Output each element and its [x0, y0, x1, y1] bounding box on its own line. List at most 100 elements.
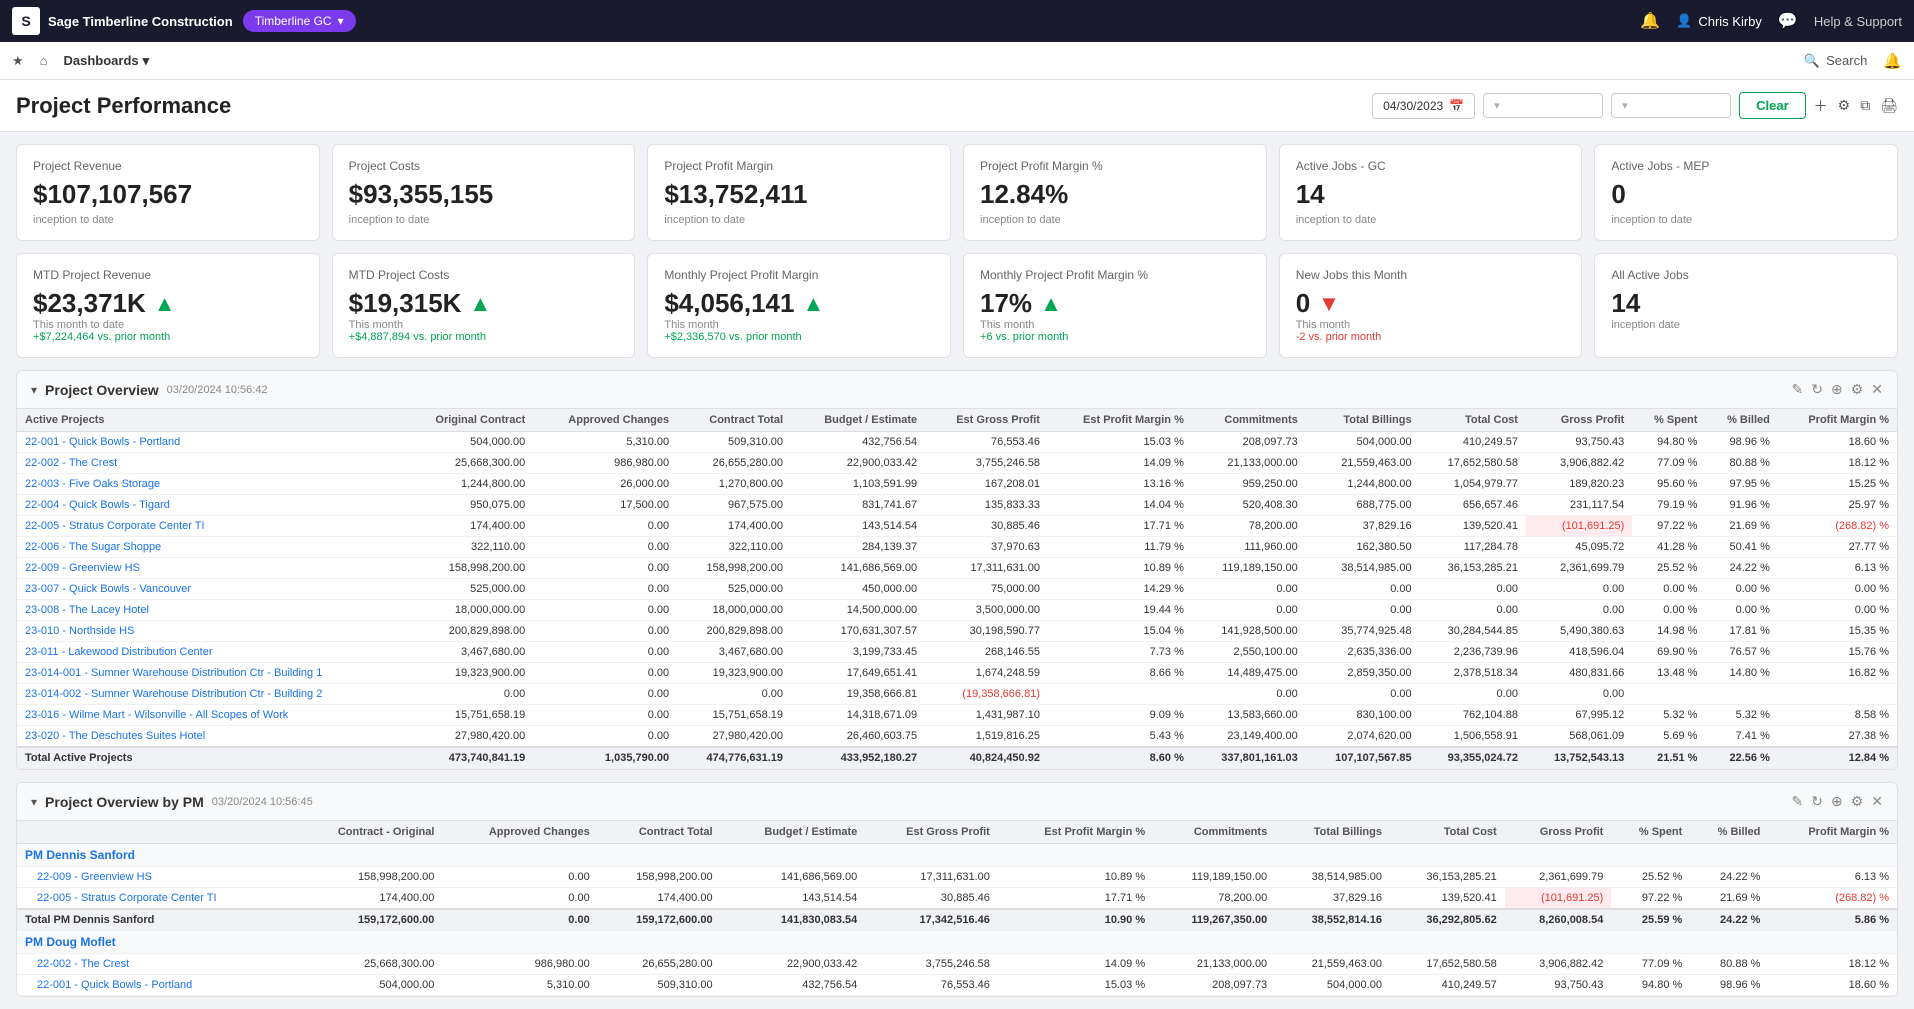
project-link[interactable]: 23-008 - The Lacey Hotel: [25, 604, 149, 616]
pm-name-link[interactable]: PM Dennis Sanford: [25, 848, 135, 862]
kpi-label: New Jobs this Month: [1296, 268, 1566, 282]
collapse-icon[interactable]: ▾: [31, 383, 37, 397]
pm-edit-icon[interactable]: ✎: [1792, 793, 1804, 810]
project-link[interactable]: 22-002 - The Crest: [25, 457, 117, 469]
help-support-link[interactable]: Help & Support: [1814, 14, 1902, 29]
project-name-cell: 22-002 - The Crest: [17, 453, 403, 474]
filter1-select[interactable]: ▾: [1483, 93, 1603, 118]
add-icon[interactable]: ＋: [1814, 96, 1828, 116]
table-cell: 5.32 %: [1632, 705, 1705, 726]
kpi-value: 12.84%: [980, 179, 1250, 210]
top-nav-left: S Sage Timberline Construction Timberlin…: [12, 7, 356, 35]
pm-close-icon[interactable]: ✕: [1871, 793, 1883, 810]
config-icon[interactable]: ⚙: [1851, 381, 1864, 398]
zoom-icon[interactable]: ⊕: [1831, 381, 1843, 398]
table-cell: 0.00: [533, 705, 677, 726]
favorites-icon[interactable]: ★: [12, 53, 24, 69]
pm-config-icon[interactable]: ⚙: [1851, 793, 1864, 810]
table-row: 22-001 - Quick Bowls - Portland504,000.0…: [17, 432, 1897, 453]
project-link[interactable]: 22-003 - Five Oaks Storage: [25, 478, 160, 490]
project-link[interactable]: 23-014-002 - Sumner Warehouse Distributi…: [25, 688, 322, 700]
edit-icon[interactable]: ✎: [1792, 381, 1804, 398]
clear-button[interactable]: Clear: [1739, 92, 1806, 119]
project-link[interactable]: 22-009 - Greenview HS: [25, 562, 140, 574]
print-icon[interactable]: 🖨: [1880, 97, 1898, 114]
kpi-label: All Active Jobs: [1611, 268, 1881, 282]
project-link[interactable]: 22-005 - Stratus Corporate Center TI: [37, 892, 217, 904]
col-header: Est Gross Profit: [925, 409, 1048, 432]
pm-collapse-icon[interactable]: ▾: [31, 795, 37, 809]
tenant-badge[interactable]: Timberline GC ▾: [243, 10, 356, 32]
table-cell: 14.80 %: [1705, 663, 1777, 684]
copy-icon[interactable]: ⧉: [1860, 97, 1870, 114]
project-link[interactable]: 22-009 - Greenview HS: [37, 871, 152, 883]
project-link[interactable]: 23-011 - Lakewood Distribution Center: [25, 646, 213, 658]
filter2-select[interactable]: ▾: [1611, 93, 1731, 118]
table-cell: 5.32 %: [1705, 705, 1777, 726]
table-cell: 14,489,475.00: [1192, 663, 1306, 684]
table-cell: 167,208.01: [925, 474, 1048, 495]
table-cell: 21,559,463.00: [1306, 453, 1420, 474]
bell-icon[interactable]: 🔔: [1883, 52, 1902, 70]
close-icon[interactable]: ✕: [1871, 381, 1883, 398]
table-cell: 141,686,569.00: [721, 867, 866, 888]
table-cell: 0.00: [533, 621, 677, 642]
kpi-sub: inception to date: [1296, 214, 1566, 226]
settings-icon[interactable]: ⚙: [1838, 97, 1851, 114]
table-cell: 111,960.00: [1192, 537, 1306, 558]
table-cell: 17,500.00: [533, 495, 677, 516]
table-cell: 97.22 %: [1632, 516, 1705, 537]
kpi-sub1: This month: [349, 319, 619, 331]
refresh-icon[interactable]: ↻: [1811, 381, 1823, 398]
table-row: 23-007 - Quick Bowls - Vancouver 525,000.…: [17, 579, 1897, 600]
project-link[interactable]: 22-005 - Stratus Corporate Center TI: [25, 520, 205, 532]
pm-total-cell: 38,552,814.16: [1275, 909, 1390, 931]
table-cell: 17,311,631.00: [925, 558, 1048, 579]
table-cell: 37,970.63: [925, 537, 1048, 558]
table-cell: 80.88 %: [1705, 453, 1777, 474]
pm-refresh-icon[interactable]: ↻: [1811, 793, 1823, 810]
pm-col-header: % Spent: [1611, 821, 1690, 844]
project-link[interactable]: 23-007 - Quick Bowls - Vancouver: [25, 583, 191, 595]
home-icon[interactable]: ⌂: [40, 53, 48, 68]
user-menu[interactable]: 👤 Chris Kirby: [1676, 13, 1762, 29]
table-cell: 525,000.00: [677, 579, 791, 600]
table-cell: 450,000.00: [791, 579, 925, 600]
chat-icon[interactable]: 💬: [1778, 11, 1798, 31]
project-link[interactable]: 22-006 - The Sugar Shoppe: [25, 541, 161, 553]
table-cell: 0.00: [533, 726, 677, 748]
pm-name-link[interactable]: PM Doug Moflet: [25, 935, 116, 949]
table-cell: 25.97 %: [1778, 495, 1897, 516]
project-link[interactable]: 23-014-001 - Sumner Warehouse Distributi…: [25, 667, 322, 679]
pm-total-cell: 10.90 %: [998, 909, 1153, 931]
pm-zoom-icon[interactable]: ⊕: [1831, 793, 1843, 810]
table-cell: 15.25 %: [1778, 474, 1897, 495]
table-cell: 13,583,660.00: [1192, 705, 1306, 726]
table-cell: 21.69 %: [1705, 516, 1777, 537]
notification-icon[interactable]: 🔔: [1640, 11, 1660, 31]
table-cell: 36,153,285.21: [1420, 558, 1526, 579]
pm-name: PM Doug Moflet: [17, 931, 1897, 954]
table-cell: 97.22 %: [1611, 888, 1690, 910]
project-link[interactable]: 22-001 - Quick Bowls - Portland: [25, 436, 180, 448]
search-button[interactable]: 🔍 Search: [1804, 53, 1867, 69]
table-cell: 0.00: [533, 600, 677, 621]
table-cell: 509,310.00: [598, 975, 721, 996]
project-link[interactable]: 22-001 - Quick Bowls - Portland: [37, 979, 192, 991]
kpi-card-5: Active Jobs - MEP 0 inception to date: [1594, 144, 1898, 241]
table-cell: 0.00: [1192, 684, 1306, 705]
project-link[interactable]: 22-004 - Quick Bowls - Tigard: [25, 499, 170, 511]
table-cell: 19.44 %: [1048, 600, 1192, 621]
date-picker[interactable]: 04/30/2023 📅: [1372, 93, 1475, 119]
secondary-navigation: ★ ⌂ Dashboards ▾ 🔍 Search 🔔: [0, 42, 1914, 80]
kpi-section: Project Revenue $107,107,567 inception t…: [0, 132, 1914, 370]
project-link[interactable]: 23-010 - Northside HS: [25, 625, 134, 637]
project-link[interactable]: 22-002 - The Crest: [37, 958, 129, 970]
project-link[interactable]: 23-020 - The Deschutes Suites Hotel: [25, 730, 205, 742]
pm-total-cell: 17,342,516.46: [865, 909, 998, 931]
dashboards-nav-item[interactable]: Dashboards ▾: [64, 53, 150, 69]
pm-total-cell: 119,267,350.00: [1153, 909, 1275, 931]
project-name-cell: 22-001 - Quick Bowls - Portland: [17, 975, 293, 996]
project-link[interactable]: 23-016 - Wilme Mart - Wilsonville - All …: [25, 709, 288, 721]
table-cell: 95.60 %: [1632, 474, 1705, 495]
